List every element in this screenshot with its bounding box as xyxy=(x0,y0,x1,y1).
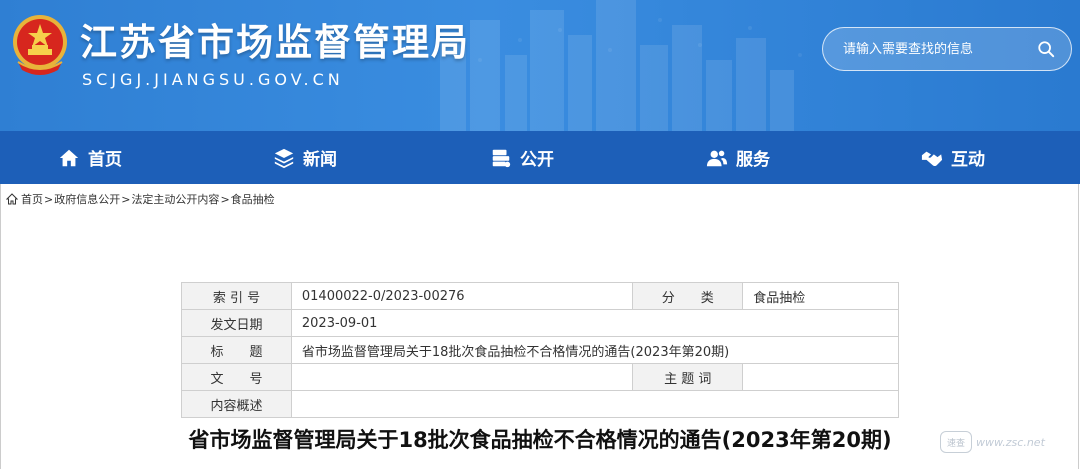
doc-no-value xyxy=(290,363,634,391)
article-title: 省市场监督管理局关于18批次食品抽检不合格情况的通告(2023年第20期) xyxy=(188,428,892,452)
breadcrumb-separator: > xyxy=(44,192,54,206)
breadcrumb-separator: > xyxy=(220,192,230,206)
title-value: 省市场监督管理局关于18批次食品抽检不合格情况的通告(2023年第20期) xyxy=(290,336,900,364)
watermark-badge: 速查 xyxy=(940,431,972,453)
document-info-table: 索 引 号 01400022-0/2023-00276 分 类 食品抽检 发文日… xyxy=(181,282,900,418)
index-label: 索 引 号 xyxy=(181,282,292,310)
breadcrumb: 首页 > 政府信息公开 > 法定主动公开内容 > 食品抽检 xyxy=(0,188,275,210)
subject-value xyxy=(742,363,899,391)
table-row: 索 引 号 01400022-0/2023-00276 分 类 食品抽检 xyxy=(181,282,899,310)
table-row: 内容概述 xyxy=(181,390,900,418)
nav-label: 服务 xyxy=(736,150,770,170)
subject-label: 主 题 词 xyxy=(632,363,744,391)
site-title: 江苏省市场监督管理局 xyxy=(80,21,470,64)
table-row: 文 号 主 题 词 xyxy=(181,363,899,391)
nav-label: 首页 xyxy=(88,150,122,170)
breadcrumb-legal-content[interactable]: 法定主动公开内容 xyxy=(131,191,219,207)
nav-item-interact[interactable]: 互动 xyxy=(921,131,985,184)
breadcrumb-separator: > xyxy=(121,192,131,206)
nav-item-public[interactable]: 公开 xyxy=(490,131,554,184)
breadcrumb-home-icon xyxy=(6,193,18,205)
main-nav: 首页 新闻 公开 服务 互动 xyxy=(0,131,1080,184)
site-domain: SCJGJ.JIANGSU.GOV.CN xyxy=(82,70,344,89)
search-icon[interactable] xyxy=(1037,40,1055,58)
table-row: 发文日期 2023-09-01 xyxy=(181,309,900,337)
nav-label: 公开 xyxy=(520,150,554,170)
home-icon xyxy=(59,149,79,166)
nav-label: 互动 xyxy=(951,150,985,170)
document-stack-icon xyxy=(492,149,511,167)
breadcrumb-food-inspection[interactable]: 食品抽检 xyxy=(231,191,275,207)
category-value: 食品抽检 xyxy=(742,282,899,310)
watermark-text: www.zsc.net xyxy=(976,435,1045,449)
date-label: 发文日期 xyxy=(181,309,292,337)
nav-item-home[interactable]: 首页 xyxy=(58,131,122,184)
table-row: 标 题 省市场监督管理局关于18批次食品抽检不合格情况的通告(2023年第20期… xyxy=(181,336,900,364)
search-box xyxy=(822,27,1072,71)
watermark: 速查 www.zsc.net xyxy=(940,428,1076,456)
site-header: 江苏省市场监督管理局 SCJGJ.JIANGSU.GOV.CN xyxy=(0,0,1080,131)
handshake-icon xyxy=(921,151,943,166)
nav-item-service[interactable]: 服务 xyxy=(706,131,770,184)
summary-label: 内容概述 xyxy=(181,390,292,418)
nav-item-news[interactable]: 新闻 xyxy=(273,131,337,184)
users-icon xyxy=(706,150,728,166)
nav-label: 新闻 xyxy=(303,150,337,170)
date-value: 2023-09-01 xyxy=(290,309,900,337)
breadcrumb-gov-info[interactable]: 政府信息公开 xyxy=(54,191,120,207)
search-input[interactable] xyxy=(843,41,1023,57)
national-emblem-icon xyxy=(13,15,67,75)
breadcrumb-home[interactable]: 首页 xyxy=(21,191,43,207)
layers-icon xyxy=(274,148,294,168)
doc-no-label: 文 号 xyxy=(181,363,292,391)
summary-value xyxy=(290,390,900,418)
title-label: 标 题 xyxy=(181,336,292,364)
category-label: 分 类 xyxy=(632,282,744,310)
index-value: 01400022-0/2023-00276 xyxy=(290,282,634,310)
